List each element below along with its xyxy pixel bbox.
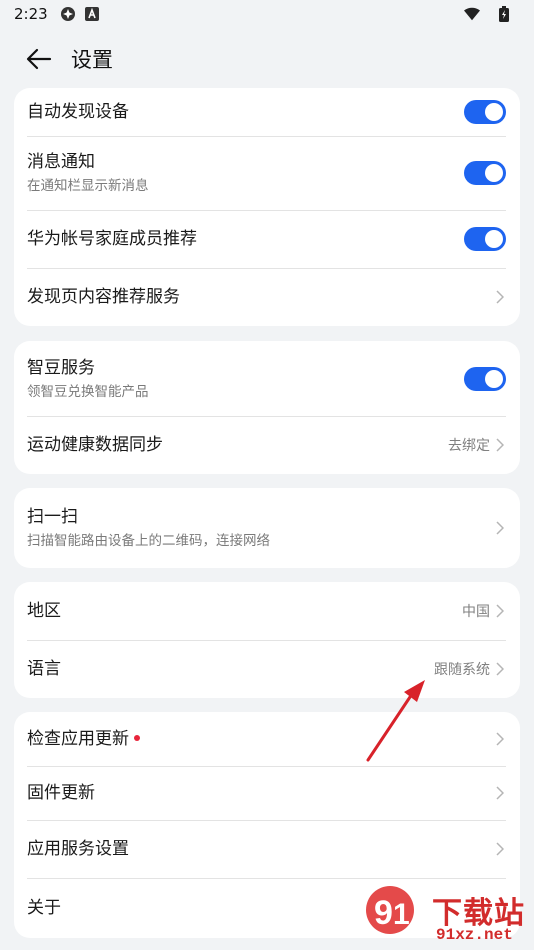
page-title: 设置 <box>71 48 113 72</box>
settings-status-icon <box>60 6 76 22</box>
card-region-language: 地区 中国 语言 跟随系统 <box>14 582 520 698</box>
family-recommend-toggle[interactable] <box>464 227 506 251</box>
row-label: 扫一扫 <box>27 507 78 527</box>
status-time: 2:23 <box>14 5 48 23</box>
row-label: 检查应用更新 <box>27 728 496 750</box>
row-discover-recommend[interactable]: 发现页内容推荐服务 <box>14 268 520 326</box>
toggle-knob <box>485 230 503 248</box>
chevron-right-icon <box>496 661 506 677</box>
row-label: 消息通知 <box>27 152 95 172</box>
row-label: 应用服务设置 <box>27 839 129 859</box>
toggle-knob <box>485 369 503 388</box>
row-family-recommend[interactable]: 华为帐号家庭成员推荐 <box>14 210 520 268</box>
watermark-domain: 91xz.net <box>436 926 513 944</box>
status-bar: 2:23 <box>0 0 534 28</box>
card-device-settings: 自动发现设备 消息通知 在通知栏显示新消息 华为帐号家庭成员推荐 发现页内容推荐… <box>14 88 520 326</box>
toggle-knob <box>485 164 503 182</box>
row-region[interactable]: 地区 中国 <box>14 582 520 640</box>
chevron-right-icon <box>496 841 506 857</box>
battery-icon <box>496 6 512 22</box>
row-check-update[interactable]: 检查应用更新 <box>14 712 520 766</box>
chevron-right-icon <box>496 437 506 453</box>
row-label: 华为帐号家庭成员推荐 <box>27 229 197 249</box>
chevron-right-icon <box>496 520 506 536</box>
row-sublabel: 扫描智能路由设备上的二维码，连接网络 <box>27 533 270 549</box>
toggle-knob <box>485 103 503 121</box>
row-zhidou[interactable]: 智豆服务 领智豆兑换智能产品 <box>14 341 520 416</box>
chevron-right-icon <box>496 731 506 747</box>
row-label: 运动健康数据同步 <box>27 435 163 455</box>
row-label: 语言 <box>27 659 61 679</box>
auto-discover-toggle[interactable] <box>464 100 506 124</box>
card-services: 智豆服务 领智豆兑换智能产品 运动健康数据同步 去绑定 <box>14 341 520 474</box>
row-language[interactable]: 语言 跟随系统 <box>14 640 520 698</box>
svg-text:9: 9 <box>374 894 393 932</box>
arrow-left-icon <box>26 48 52 70</box>
watermark-logo: 9 1 下载站 91xz.net <box>360 880 534 950</box>
row-notifications[interactable]: 消息通知 在通知栏显示新消息 <box>14 136 520 210</box>
row-label: 地区 <box>27 601 61 621</box>
app-notification-icon <box>84 6 100 22</box>
row-value: 去绑定 <box>448 438 490 454</box>
row-app-service[interactable]: 应用服务设置 <box>14 820 520 878</box>
back-button[interactable] <box>24 44 54 74</box>
row-label: 自动发现设备 <box>27 102 129 122</box>
svg-text:1: 1 <box>393 898 410 931</box>
row-auto-discover[interactable]: 自动发现设备 <box>14 88 520 136</box>
card-scan: 扫一扫 扫描智能路由设备上的二维码，连接网络 <box>14 488 520 568</box>
row-label: 固件更新 <box>27 783 95 803</box>
zhidou-toggle[interactable] <box>464 366 506 391</box>
update-badge-dot <box>134 735 140 741</box>
row-scan[interactable]: 扫一扫 扫描智能路由设备上的二维码，连接网络 <box>14 488 520 568</box>
row-value: 跟随系统 <box>434 662 490 678</box>
chevron-right-icon <box>496 603 506 619</box>
row-label: 智豆服务 <box>27 357 95 378</box>
row-label: 发现页内容推荐服务 <box>27 287 180 307</box>
row-firmware[interactable]: 固件更新 <box>14 766 520 820</box>
row-value: 中国 <box>462 604 490 620</box>
row-health-sync[interactable]: 运动健康数据同步 去绑定 <box>14 416 520 474</box>
wifi-icon <box>464 6 480 22</box>
notifications-toggle[interactable] <box>464 161 506 185</box>
row-sublabel: 在通知栏显示新消息 <box>27 178 149 194</box>
check-update-label: 检查应用更新 <box>27 729 129 749</box>
chevron-right-icon <box>496 785 506 801</box>
row-sublabel: 领智豆兑换智能产品 <box>27 383 149 400</box>
app-header: 设置 <box>0 36 534 82</box>
chevron-right-icon <box>496 289 506 305</box>
